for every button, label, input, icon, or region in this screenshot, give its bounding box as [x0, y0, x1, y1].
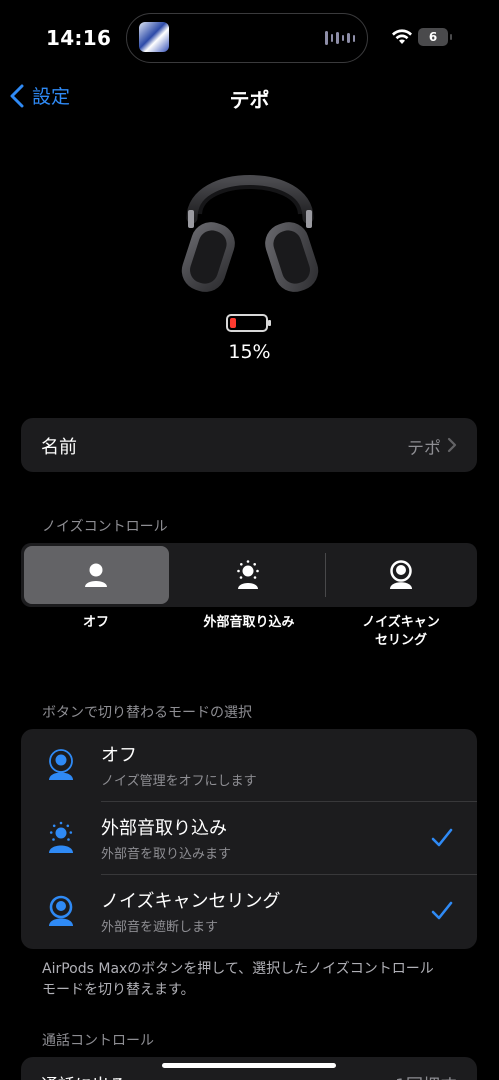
mode-title: 外部音取り込み: [101, 818, 227, 839]
segment-label-noise-cancellation: ノイズキャン セリング: [362, 615, 440, 648]
now-playing-artwork: [139, 22, 169, 52]
noise-off-icon: [49, 749, 73, 780]
mode-subtitle: ノイズ管理をオフにします: [101, 774, 257, 789]
battery-status-indicator: 6: [418, 28, 452, 46]
noise-control-section-label: ノイズコントロール: [42, 519, 168, 535]
segment-label-off: オフ: [82, 615, 109, 630]
mode-subtitle: 外部音を取り込みます: [101, 847, 232, 862]
chevron-right-icon: [447, 437, 457, 453]
wifi-icon: [392, 29, 412, 44]
noise-control-segmented: [21, 543, 477, 607]
audio-waveform-icon: [325, 29, 355, 47]
dynamic-island[interactable]: [126, 13, 368, 63]
transparency-icon: [49, 821, 73, 853]
mode-title: ノイズキャンセリング: [101, 891, 281, 912]
segment-divider: [325, 553, 326, 597]
device-battery-icon: [226, 314, 271, 332]
noise-cancellation-icon[interactable]: [385, 559, 417, 591]
call-control-section-label: 通話コントロール: [42, 1033, 154, 1049]
call-control-row[interactable]: 通話に出る 1回押す: [21, 1057, 477, 1080]
call-control-value: 1回押す: [395, 1071, 457, 1080]
name-row[interactable]: 名前 テポ: [21, 418, 477, 472]
noise-off-icon[interactable]: [80, 559, 112, 591]
name-label: 名前: [41, 437, 77, 458]
noise-cancellation-icon: [49, 895, 73, 926]
transparency-icon[interactable]: [232, 559, 264, 591]
name-value: テポ: [407, 439, 441, 459]
mode-row-off[interactable]: オフ ノイズ管理をオフにします: [21, 729, 477, 802]
status-time: 14:16: [46, 26, 112, 50]
button-modes-section-label: ボタンで切り替わるモードの選択: [42, 705, 252, 721]
mode-subtitle: 外部音を遮断します: [101, 920, 219, 935]
button-modes-footnote: AirPods Maxのボタンを押して、選択したノイズコントロールモードを切り替…: [42, 961, 434, 998]
segment-label-transparency: 外部音取り込み: [203, 615, 295, 630]
checkmark-icon: [431, 828, 453, 847]
mode-title: オフ: [101, 745, 137, 766]
mode-row-transparency[interactable]: 外部音取り込み 外部音を取り込みます: [21, 802, 477, 875]
device-battery-percent: 15%: [228, 341, 271, 363]
page-title: テポ: [229, 88, 270, 112]
mode-row-noise-cancellation[interactable]: ノイズキャンセリング 外部音を遮断します: [21, 875, 477, 948]
headphones-image: [181, 175, 319, 292]
call-control-label: 通話に出る: [41, 1071, 126, 1080]
home-indicator[interactable]: [162, 1063, 336, 1068]
button-modes-list: オフ ノイズ管理をオフにします 外部音取り込み 外部音を取り込みます ノイズキャ…: [21, 729, 477, 949]
checkmark-icon: [431, 901, 453, 920]
